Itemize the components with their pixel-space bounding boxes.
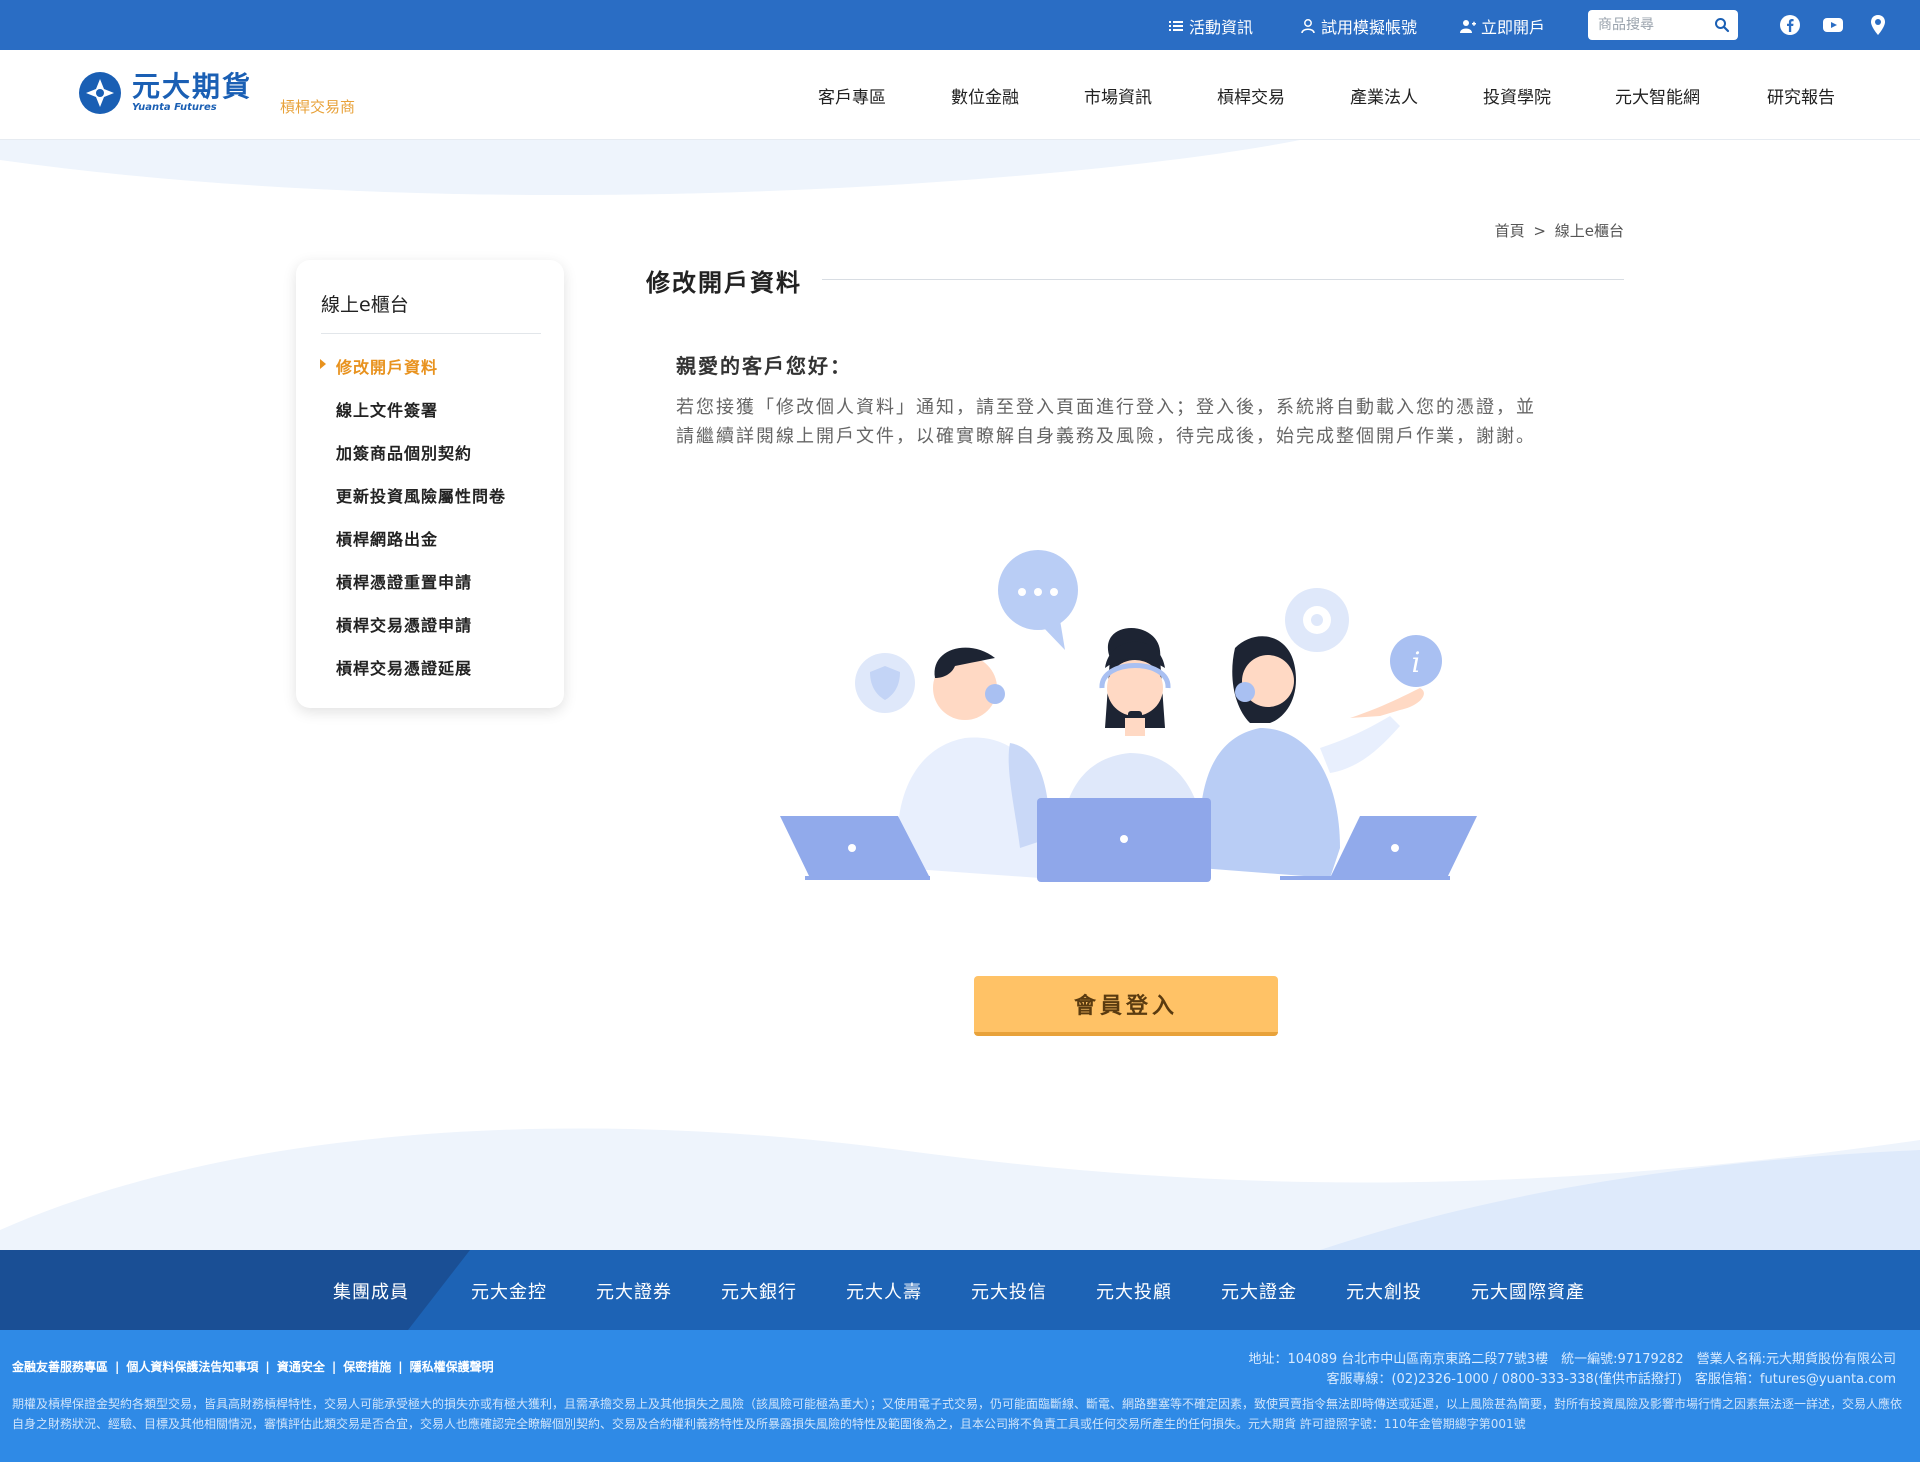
breadcrumb-separator: > [1533,222,1546,240]
laptop-center [1037,798,1211,882]
footer-links: 金融友善服務專區 | 個人資料保護法告知事項 | 資通安全 | 保密措施 | 隱私權保護聲明 [12,1360,494,1374]
group-member-bank[interactable]: 元大銀行 [721,1278,797,1304]
customer-service-illustration: i [780,550,1477,882]
instruction-line-2: 請繼續詳閱線上開戶文件，以確實瞭解自身義務及風險，待完成後，始完成整個開戶作業，… [676,426,1536,447]
nav-customer-zone[interactable]: 客戶專區 [818,83,886,108]
sidebar-menu: 線上e櫃台 修改開戶資料 線上文件簽署 加簽商品個別契約 更新投資風險屬性問卷 … [296,260,564,708]
sidebar-item-cert-extend[interactable]: 槓桿交易憑證延展 [336,655,472,679]
sidebar-item-cert-reset[interactable]: 槓桿憑證重置申請 [336,569,472,593]
top-utility-bar: 活動資訊 試用模擬帳號 立即開戶 [0,0,1920,50]
group-member-life[interactable]: 元大人壽 [846,1278,922,1304]
nav-institutional[interactable]: 產業法人 [1350,83,1418,108]
group-member-securities[interactable]: 元大證券 [596,1278,672,1304]
breadcrumb: 首頁 > 線上e櫃台 [1491,220,1624,241]
group-member-funds[interactable]: 元大投信 [971,1278,1047,1304]
bottom-wave-decoration [0,1128,1920,1250]
shield-bubble-icon [855,653,915,713]
greeting-text: 親愛的客戶您好： [676,354,852,378]
breadcrumb-home[interactable]: 首頁 [1495,222,1525,240]
open-account-label: 立即開戶 [1481,18,1546,37]
footer-link-infosec[interactable]: 資通安全 [277,1360,325,1374]
sidebar-item-risk-questionnaire[interactable]: 更新投資風險屬性問卷 [336,483,506,507]
nav-leverage-trading[interactable]: 槓桿交易 [1217,83,1285,108]
yuanta-logo-mark [79,72,121,114]
open-account-link[interactable]: 立即開戶 [1460,14,1545,38]
sidebar-item-product-contract[interactable]: 加簽商品個別契約 [336,440,472,464]
footer-disclaimer: 期權及槓桿保證金契約各類型交易，皆具高財務槓桿特性，交易人可能承受極大的損失亦或… [12,1397,1903,1431]
list-icon [1169,21,1183,31]
group-members-label: 集團成員 [333,1282,409,1303]
title-divider [822,279,1624,280]
sidebar-item-withdrawal[interactable]: 槓桿網路出金 [336,526,438,550]
location-pin-icon[interactable] [1867,14,1889,36]
logo-subtitle: 槓桿交易商 [280,98,356,116]
group-member-finance[interactable]: 元大證金 [1221,1278,1297,1304]
footer-address: 地址：104089 台北市中山區南京東路二段77號3樓 統一編號:9717928… [1248,1352,1897,1367]
logo-chinese-name: 元大期貨 [132,70,253,103]
group-member-venture[interactable]: 元大創投 [1346,1278,1422,1304]
search-icon[interactable] [1714,17,1730,33]
nav-smart-net[interactable]: 元大智能網 [1615,83,1700,108]
main-header: 元大期貨 Yuanta Futures 槓桿交易商 客戶專區 數位金融 市場資訊… [0,50,1920,140]
user-plus-icon [1460,20,1476,33]
product-search-input[interactable] [1598,15,1708,35]
user-icon [1301,19,1315,34]
group-member-fhc[interactable]: 元大金控 [471,1278,547,1304]
breadcrumb-current: 線上e櫃台 [1554,222,1624,240]
trial-account-link[interactable]: 試用模擬帳號 [1300,14,1417,38]
gear-bubble-icon [1285,588,1349,652]
agent-left [897,647,1050,878]
group-member-intl-asset[interactable]: 元大國際資產 [1471,1278,1585,1304]
footer-customer-service: 客服專線：(02)2326-1000 / 0800-333-338(僅供市話撥打… [1326,1372,1896,1387]
site-footer: 金融友善服務專區 | 個人資料保護法告知事項 | 資通安全 | 保密措施 | 隱私權保護聲明 地… [0,1330,1920,1462]
sidebar-divider [321,333,541,334]
nav-research-reports[interactable]: 研究報告 [1767,83,1835,108]
yuanta-logo[interactable]: 元大期貨 Yuanta Futures [78,71,252,115]
nav-market-info[interactable]: 市場資訊 [1084,83,1152,108]
group-member-advisory[interactable]: 元大投顧 [1096,1278,1172,1304]
group-members-bar: 集團成員 元大金控 元大證券 元大銀行 元大人壽 元大投信 元大投顧 元大證金 … [0,1250,1920,1330]
footer-link-confidentiality[interactable]: 保密措施 [343,1360,391,1374]
active-caret-icon [320,359,326,369]
nav-digital-finance[interactable]: 數位金融 [951,83,1019,108]
instruction-line-1: 若您接獲「修改個人資料」通知，請至登入頁面進行登入；登入後，系統將自動載入您的憑… [676,397,1536,418]
instruction-text: 若您接獲「修改個人資料」通知，請至登入頁面進行登入；登入後，系統將自動載入您的憑… [676,393,1616,451]
svg-text:i: i [1412,646,1421,679]
sidebar-item-cert-apply[interactable]: 槓桿交易憑證申請 [336,612,472,636]
activity-info-label: 活動資訊 [1189,18,1254,37]
activity-info-link[interactable]: 活動資訊 [1168,14,1253,38]
facebook-icon[interactable] [1779,14,1801,36]
top-wave-decoration [0,140,1300,196]
page-title: 修改開戶資料 [646,269,802,297]
sidebar-title: 線上e櫃台 [321,294,409,316]
member-login-button[interactable]: 會員登入 [974,976,1278,1036]
product-search [1588,10,1738,40]
footer-link-privacy-statement[interactable]: 隱私權保護聲明 [410,1360,494,1374]
footer-link-privacy-notice[interactable]: 個人資料保護法告知事項 [126,1360,258,1374]
chat-bubble-icon [998,550,1078,650]
logo-english-name: Yuanta Futures [132,102,217,113]
trial-account-label: 試用模擬帳號 [1321,18,1418,37]
info-bubble-icon: i [1390,635,1442,687]
footer-link-friendly-service[interactable]: 金融友善服務專區 [12,1360,108,1374]
sidebar-item-modify-account[interactable]: 修改開戶資料 [336,354,438,378]
sidebar-item-online-signing[interactable]: 線上文件簽署 [336,397,438,421]
nav-investment-academy[interactable]: 投資學院 [1483,83,1551,108]
youtube-icon[interactable] [1822,14,1844,36]
